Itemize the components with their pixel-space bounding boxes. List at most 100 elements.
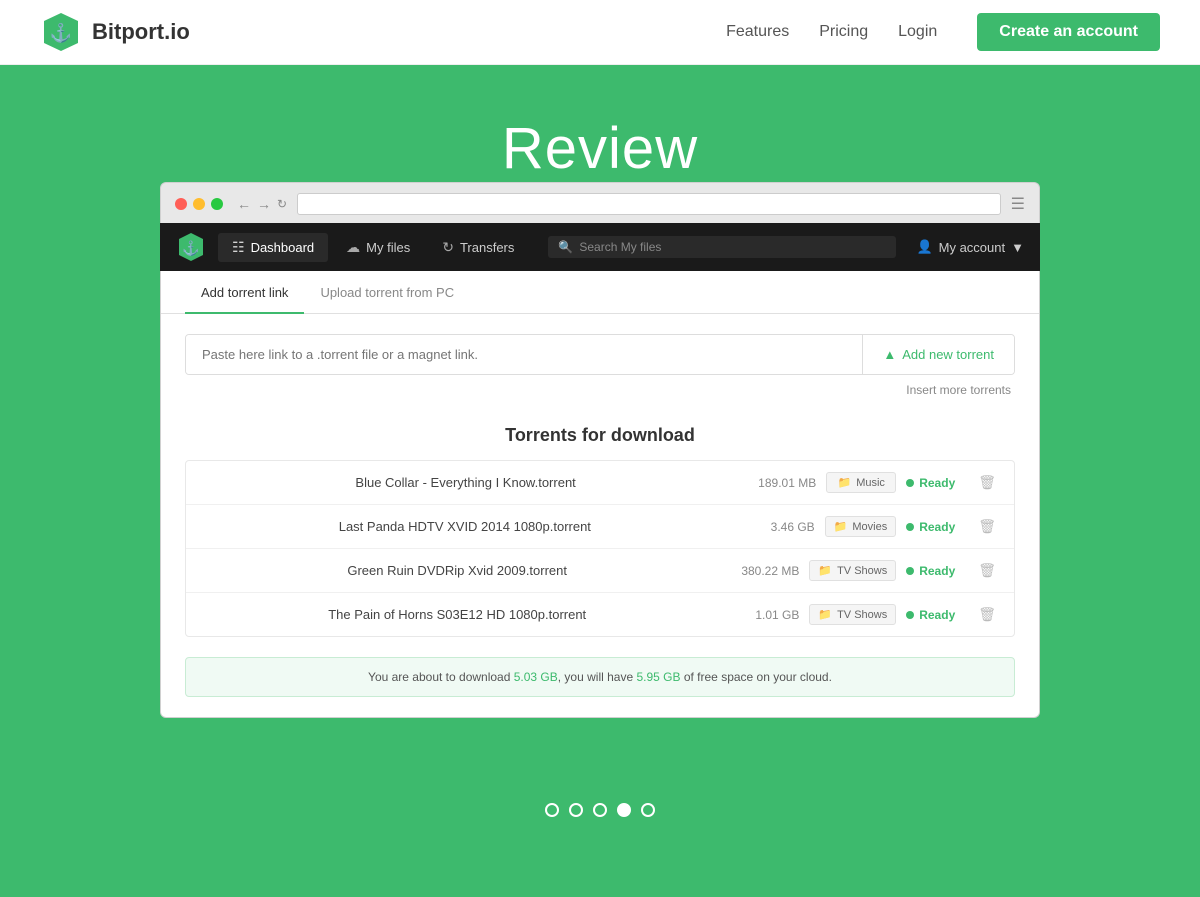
browser-mockup: ← → ↻ ☰ ⚓ ☷ Dashboard ☁ My files ↻ [140, 182, 1060, 778]
torrent-category-label: TV Shows [837, 565, 887, 577]
torrent-status-badge: Ready [906, 476, 964, 490]
app-nav-myfiles[interactable]: ☁ My files [332, 233, 424, 262]
pagination-dot-3[interactable] [593, 803, 607, 817]
add-torrent-btn-label: Add new torrent [902, 347, 994, 362]
torrent-link-input[interactable] [186, 335, 862, 374]
app-nav-myfiles-label: My files [366, 240, 410, 255]
pagination-dot-1[interactable] [545, 803, 559, 817]
delete-torrent-button[interactable]: 🗑 [974, 604, 1000, 625]
torrent-category-tag[interactable]: 📁 Music [826, 472, 896, 493]
close-window-dot [175, 198, 187, 210]
browser-forward-arrow[interactable]: → [257, 196, 271, 212]
torrent-filename: Green Ruin DVDRip Xvid 2009.torrent [200, 563, 714, 578]
search-icon: 🔍 [558, 240, 573, 254]
browser-chrome-bar: ← → ↻ ☰ [160, 182, 1040, 223]
status-label: Ready [919, 608, 955, 622]
status-label: Ready [919, 564, 955, 578]
app-nav-account-label: My account [939, 240, 1005, 255]
pagination-dot-4[interactable] [617, 803, 631, 817]
pagination-dots [0, 778, 1200, 857]
delete-torrent-button[interactable]: 🗑 [974, 560, 1000, 581]
torrents-section-title: Torrents for download [185, 425, 1015, 446]
torrent-category-label: TV Shows [837, 609, 887, 621]
myfiles-icon: ☁ [346, 239, 360, 256]
torrent-filename: Blue Collar - Everything I Know.torrent [200, 475, 731, 490]
tab-upload-from-pc[interactable]: Upload torrent from PC [304, 271, 470, 314]
torrents-section: Torrents for download Blue Collar - Ever… [161, 409, 1039, 657]
browser-window-controls [175, 198, 223, 210]
torrent-input-row: ▲ Add new torrent [185, 334, 1015, 375]
insert-more-anchor[interactable]: Insert more torrents [906, 383, 1011, 397]
logo-text: Bitport.io [92, 19, 190, 45]
delete-torrent-button[interactable]: 🗑 [974, 472, 1000, 493]
hero-title: Review [0, 115, 1200, 182]
torrent-category-tag[interactable]: 📁 Movies [825, 516, 897, 537]
torrent-filename: The Pain of Horns S03E12 HD 1080p.torren… [200, 607, 714, 622]
svg-text:⚓: ⚓ [50, 22, 72, 43]
app-logo-icon: ⚓ [176, 232, 206, 262]
navbar-links: Features Pricing Login Create an account [726, 13, 1160, 51]
nav-pricing-link[interactable]: Pricing [819, 23, 868, 41]
folder-icon: 📁 [834, 520, 848, 533]
free-space-size: 5.95 GB [636, 670, 680, 684]
dashboard-icon: ☷ [232, 239, 245, 256]
hero-section: Review ← → ↻ ☰ ⚓ ☷ Da [0, 65, 1200, 897]
insert-more-link[interactable]: Insert more torrents [185, 375, 1015, 399]
folder-icon: 📁 [818, 608, 832, 621]
svg-text:⚓: ⚓ [182, 240, 199, 257]
pagination-dot-5[interactable] [641, 803, 655, 817]
tab-bar: Add torrent link Upload torrent from PC [161, 271, 1039, 314]
nav-login-link[interactable]: Login [898, 23, 937, 41]
account-icon: 👤 [916, 239, 932, 255]
navbar: ⚓ Bitport.io Features Pricing Login Crea… [0, 0, 1200, 65]
browser-back-arrow[interactable]: ← [237, 196, 251, 212]
folder-icon: 📁 [818, 564, 832, 577]
torrent-status-badge: Ready [906, 520, 964, 534]
browser-refresh-icon[interactable]: ↻ [277, 197, 287, 211]
torrent-row: The Pain of Horns S03E12 HD 1080p.torren… [186, 593, 1014, 636]
app-nav-account[interactable]: 👤 My account ▼ [916, 239, 1024, 255]
total-download-size: 5.03 GB [514, 670, 558, 684]
app-content: Add torrent link Upload torrent from PC … [160, 271, 1040, 718]
torrent-size: 1.01 GB [724, 608, 799, 622]
logo: ⚓ Bitport.io [40, 11, 726, 53]
browser-menu-icon[interactable]: ☰ [1011, 194, 1025, 214]
account-chevron-icon: ▼ [1011, 240, 1024, 255]
transfers-icon: ↻ [442, 239, 454, 256]
download-info-bar: You are about to download 5.03 GB, you w… [185, 657, 1015, 697]
torrent-list: Blue Collar - Everything I Know.torrent … [185, 460, 1015, 637]
app-navigation: ⚓ ☷ Dashboard ☁ My files ↻ Transfers 🔍 S… [160, 223, 1040, 271]
tab-add-torrent-link[interactable]: Add torrent link [185, 271, 304, 314]
browser-nav-arrows: ← → ↻ [237, 196, 287, 212]
browser-address-bar[interactable] [297, 193, 1001, 215]
add-torrent-icon: ▲ [883, 347, 896, 362]
app-search-bar[interactable]: 🔍 Search My files [548, 236, 896, 258]
torrent-status-badge: Ready [906, 608, 964, 622]
app-nav-dashboard[interactable]: ☷ Dashboard [218, 233, 328, 262]
torrent-row: Blue Collar - Everything I Know.torrent … [186, 461, 1014, 505]
search-placeholder-text: Search My files [579, 240, 661, 254]
status-dot [906, 567, 914, 575]
app-nav-transfers-label: Transfers [460, 240, 514, 255]
app-nav-transfers[interactable]: ↻ Transfers [428, 233, 528, 262]
status-dot [906, 523, 914, 531]
folder-icon: 📁 [838, 476, 852, 489]
torrent-filename: Last Panda HDTV XVID 2014 1080p.torrent [200, 519, 730, 534]
torrent-category-label: Music [856, 477, 885, 489]
torrent-status-badge: Ready [906, 564, 964, 578]
torrent-size: 380.22 MB [724, 564, 799, 578]
torrent-size: 3.46 GB [740, 520, 815, 534]
torrent-row: Last Panda HDTV XVID 2014 1080p.torrent … [186, 505, 1014, 549]
create-account-button[interactable]: Create an account [977, 13, 1160, 51]
bitport-logo-icon: ⚓ [40, 11, 82, 53]
add-new-torrent-button[interactable]: ▲ Add new torrent [862, 335, 1014, 374]
torrent-input-section: ▲ Add new torrent Insert more torrents [161, 314, 1039, 409]
torrent-category-tag[interactable]: 📁 TV Shows [809, 560, 896, 581]
status-label: Ready [919, 476, 955, 490]
torrent-category-label: Movies [852, 521, 887, 533]
pagination-dot-2[interactable] [569, 803, 583, 817]
delete-torrent-button[interactable]: 🗑 [974, 516, 1000, 537]
nav-features-link[interactable]: Features [726, 23, 789, 41]
status-dot [906, 479, 914, 487]
torrent-category-tag[interactable]: 📁 TV Shows [809, 604, 896, 625]
